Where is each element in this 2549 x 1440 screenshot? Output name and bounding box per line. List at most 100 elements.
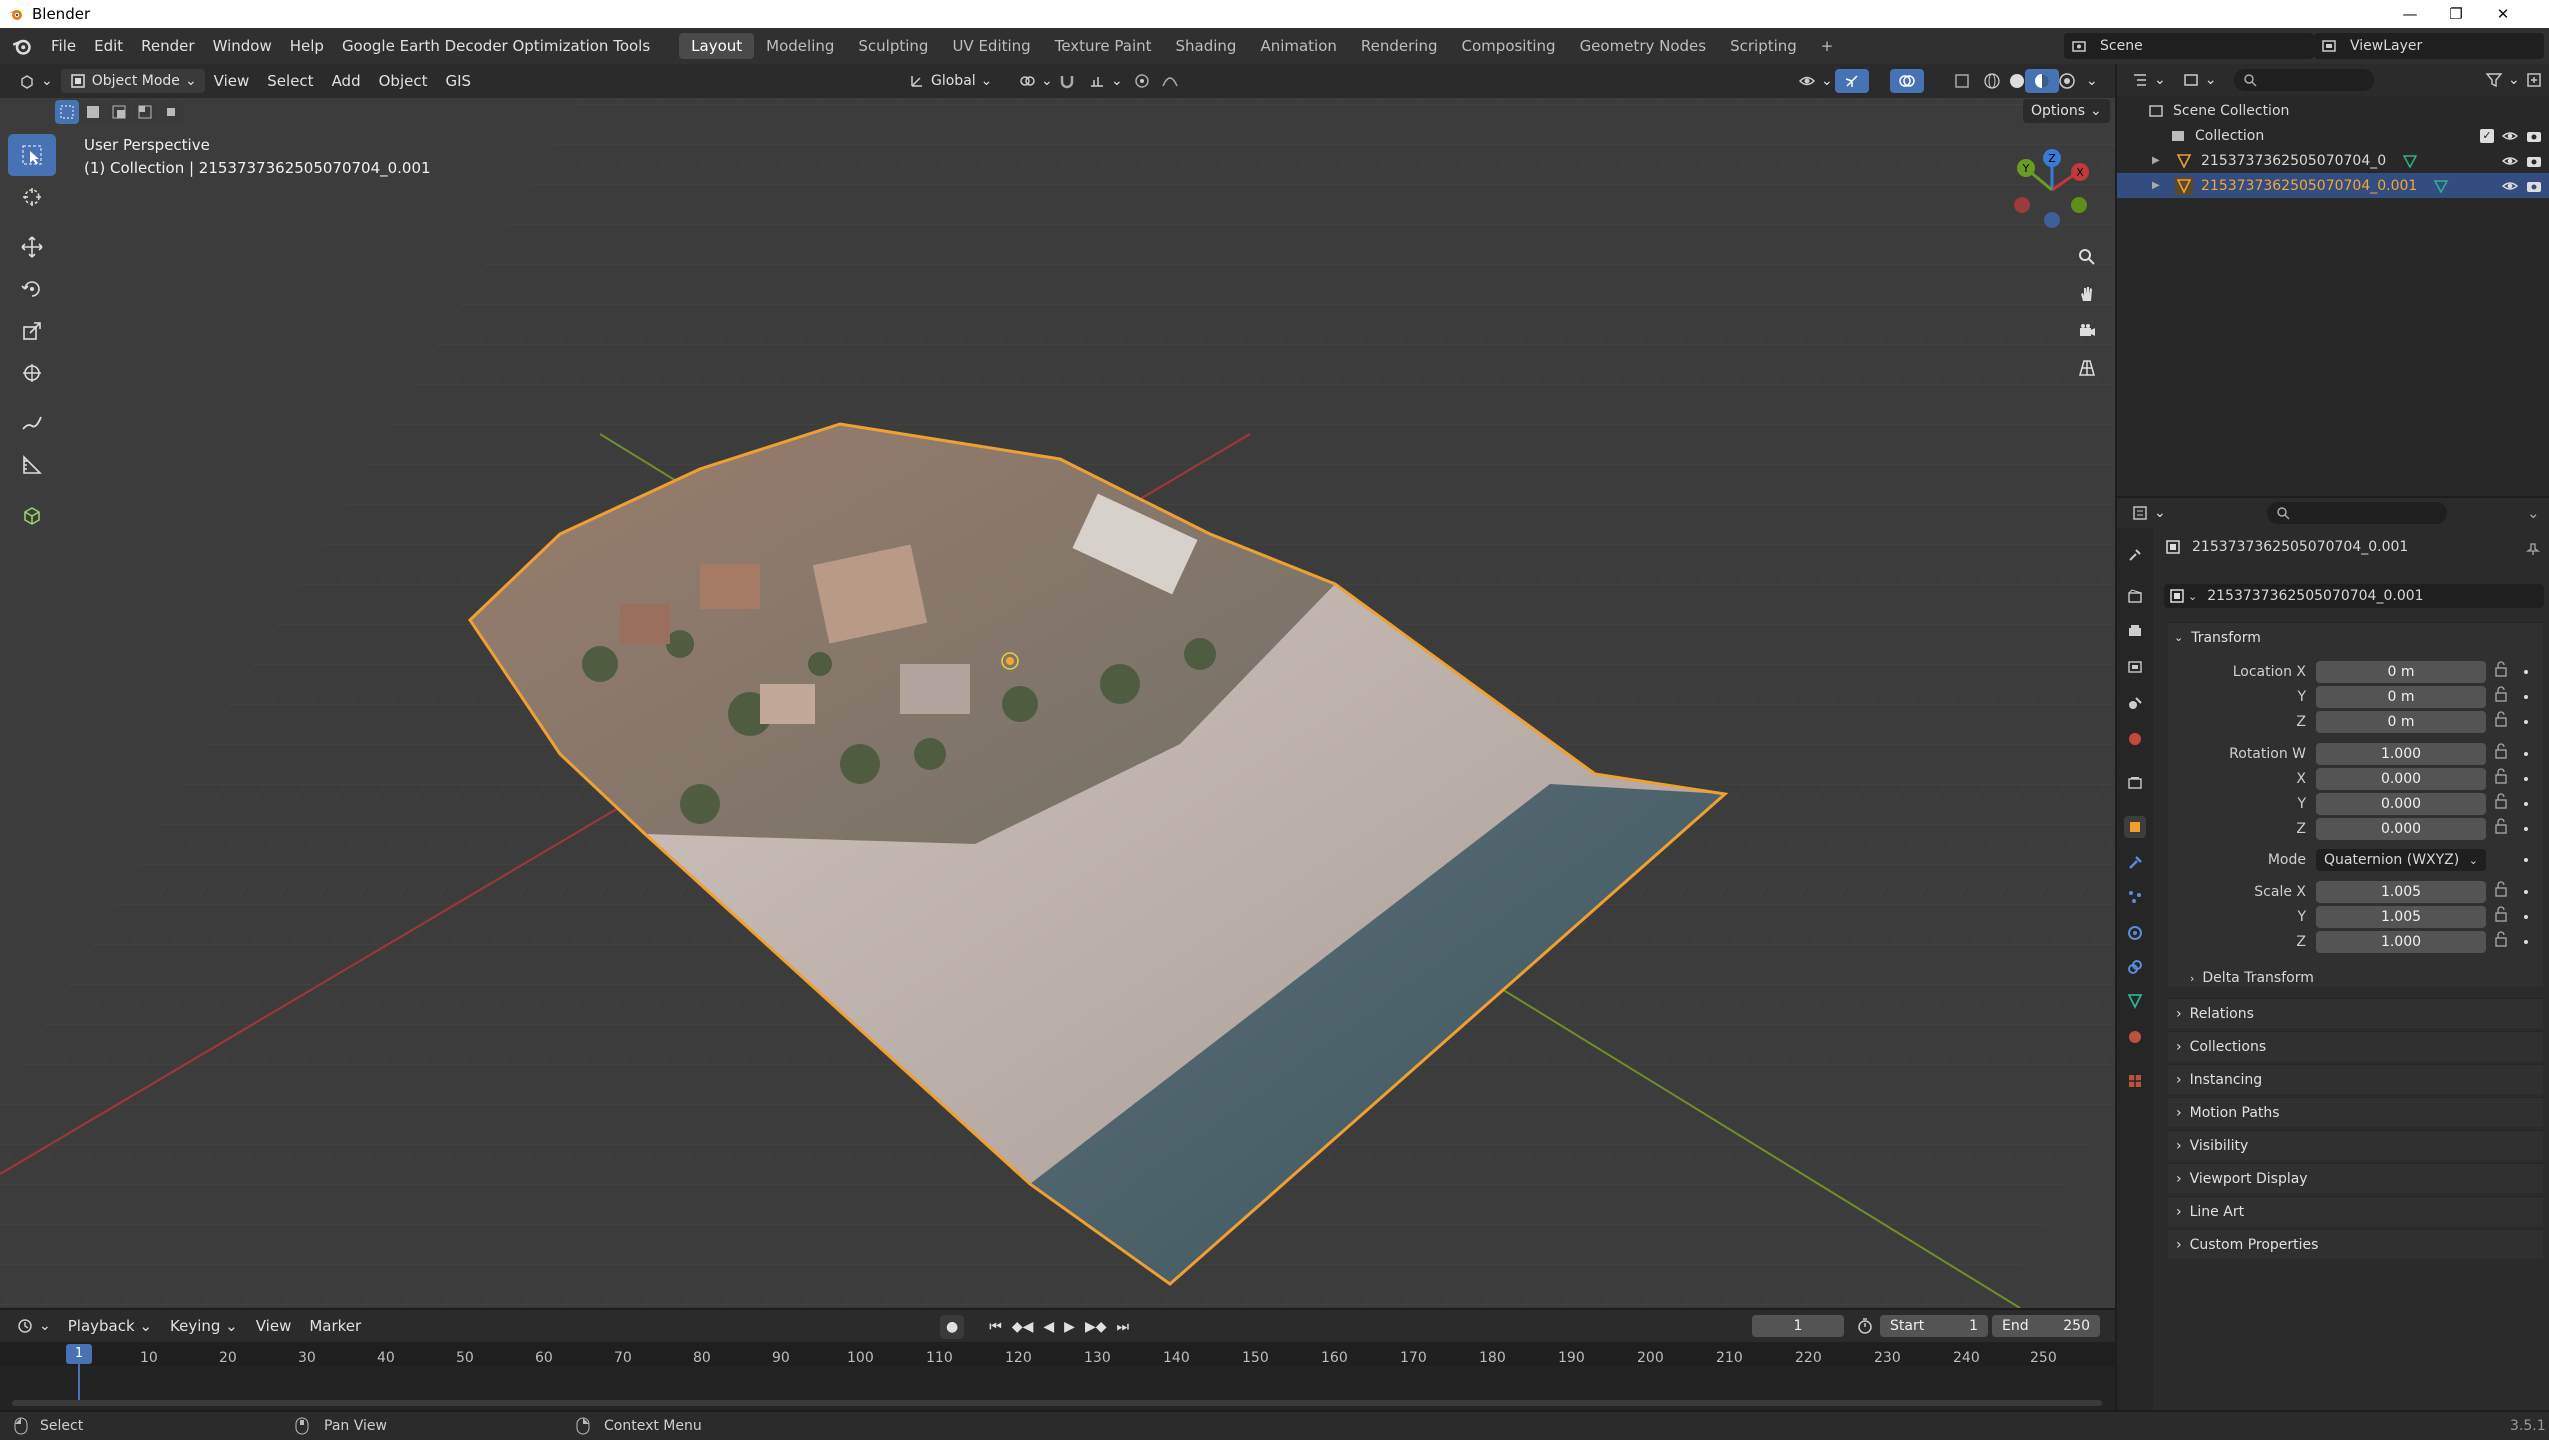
next-keyframe-icon[interactable]: ▶◆ <box>1082 1315 1110 1339</box>
scale-z-field[interactable]: 1.000 <box>2316 931 2486 953</box>
annotate-tool-icon[interactable] <box>8 402 56 444</box>
workspace-tab-layout[interactable]: Layout <box>679 33 755 59</box>
gizmo-neg-z[interactable] <box>2044 212 2060 228</box>
menu-render[interactable]: Render <box>132 37 203 55</box>
delta-transform-subpanel[interactable]: › Delta Transform <box>2190 970 2314 986</box>
end-frame-field[interactable]: End 250 <box>1992 1315 2100 1337</box>
eye-icon[interactable] <box>2501 152 2519 170</box>
outliner-object-row[interactable]: ▶ 2153737362505070704_0 <box>2117 148 2549 173</box>
overlays-toggle[interactable] <box>1890 69 1924 93</box>
physics-tab-icon[interactable] <box>2124 922 2146 944</box>
scene-tab-icon[interactable] <box>2124 692 2146 714</box>
viewport-menu-add[interactable]: Add <box>323 72 370 90</box>
texture-tab-icon[interactable] <box>2124 1070 2146 1092</box>
line-art-panel-header[interactable]: › Line Art <box>2168 1196 2543 1226</box>
view-layer-tab-icon[interactable] <box>2124 656 2146 678</box>
modifier-tab-icon[interactable] <box>2124 852 2146 874</box>
tool-tab-icon[interactable] <box>2124 544 2146 566</box>
jump-end-icon[interactable]: ⏭ <box>1113 1315 1132 1339</box>
select-new-icon[interactable] <box>55 100 79 124</box>
scene-collection-row[interactable]: Scene Collection <box>2117 98 2549 123</box>
editor-type-button[interactable]: ⌄ <box>10 69 61 93</box>
view-layer-selector[interactable]: ViewLayer <box>2314 33 2544 59</box>
render-tab-icon[interactable] <box>2124 586 2146 608</box>
timeline-menu-view[interactable]: View <box>247 1317 301 1335</box>
maximize-button[interactable]: ❐ <box>2433 0 2479 28</box>
motion-paths-panel-header[interactable]: › Motion Paths <box>2168 1097 2543 1127</box>
scale-tool-icon[interactable] <box>8 310 56 352</box>
measure-tool-icon[interactable] <box>8 444 56 486</box>
object-datablock-field[interactable]: ⌄ 2153737362505070704_0.001 <box>2164 584 2544 608</box>
scene-name[interactable]: Scene <box>2100 38 2143 54</box>
outliner-object-row-selected[interactable]: ▶ 2153737362505070704_0.001 <box>2117 173 2549 198</box>
pan-hand-icon[interactable] <box>2070 277 2104 311</box>
cursor-tool-icon[interactable] <box>8 176 56 218</box>
blender-menu-icon[interactable] <box>12 36 32 56</box>
jump-start-icon[interactable]: ⏮ <box>986 1315 1005 1339</box>
menu-google-earth-tools[interactable]: Google Earth Decoder Optimization Tools <box>333 37 659 55</box>
properties-options-icon[interactable]: ⌄ <box>2527 504 2540 522</box>
location-x-field[interactable]: 0 m <box>2316 661 2486 683</box>
keyframe-dot-icon[interactable] <box>2524 670 2528 944</box>
outliner-search-input[interactable] <box>2234 69 2375 91</box>
expand-arrow-icon[interactable]: ▶ <box>2152 180 2160 191</box>
expand-arrow-icon[interactable]: ▶ <box>2152 155 2160 166</box>
viewport-menu-gis[interactable]: GIS <box>436 72 480 90</box>
workspace-tab-scripting[interactable]: Scripting <box>1718 33 1809 59</box>
location-z-field[interactable]: 0 m <box>2316 711 2486 733</box>
transform-panel-header[interactable]: ⌄ Transform <box>2168 622 2543 652</box>
workspace-tab-sculpting[interactable]: Sculpting <box>846 33 940 59</box>
select-invert-icon[interactable] <box>133 100 157 124</box>
menu-edit[interactable]: Edit <box>85 37 132 55</box>
display-mode-dropdown[interactable]: ⌄ <box>2174 68 2225 92</box>
add-workspace-icon[interactable]: + <box>1809 33 1846 59</box>
menu-file[interactable]: File <box>42 37 85 55</box>
snap-toggle[interactable] <box>1050 69 1084 93</box>
scale-x-field[interactable]: 1.005 <box>2316 881 2486 903</box>
outliner-editor-type-button[interactable]: ⌄ <box>2123 68 2174 92</box>
viewport-menu-view[interactable]: View <box>205 72 259 90</box>
rotation-mode-dropdown[interactable]: Quaternion (WXYZ) ⌄ <box>2316 849 2486 871</box>
properties-search-input[interactable] <box>2267 502 2447 524</box>
move-tool-icon[interactable] <box>8 226 56 268</box>
data-tab-icon[interactable] <box>2124 990 2146 1012</box>
scale-y-field[interactable]: 1.005 <box>2316 906 2486 928</box>
workspace-tab-shading[interactable]: Shading <box>1164 33 1249 59</box>
collection-row[interactable]: Collection ✓ <box>2117 123 2549 148</box>
visibility-dropdown[interactable]: ⌄ <box>1790 69 1841 93</box>
eye-icon[interactable] <box>2501 127 2519 145</box>
pin-icon[interactable] <box>2526 542 2540 556</box>
select-intersect-icon[interactable] <box>159 100 183 124</box>
stopwatch-icon[interactable] <box>1856 1317 1874 1335</box>
playhead-marker[interactable]: 1 <box>66 1344 92 1364</box>
workspace-tab-compositing[interactable]: Compositing <box>1450 33 1568 59</box>
navigation-gizmo[interactable]: Z X Y <box>2000 142 2100 242</box>
start-frame-field[interactable]: Start 1 <box>1880 1315 1988 1337</box>
location-y-field[interactable]: 0 m <box>2316 686 2486 708</box>
gizmo-toggle[interactable] <box>1835 69 1869 93</box>
menu-window[interactable]: Window <box>204 37 281 55</box>
workspace-tab-rendering[interactable]: Rendering <box>1349 33 1450 59</box>
collections-panel-header[interactable]: › Collections <box>2168 1031 2543 1061</box>
camera-render-icon[interactable] <box>2525 152 2543 170</box>
instancing-panel-header[interactable]: › Instancing <box>2168 1064 2543 1094</box>
output-tab-icon[interactable] <box>2124 620 2146 642</box>
add-cube-tool-icon[interactable] <box>8 494 56 536</box>
timeline-scrollbar[interactable] <box>12 1400 2102 1406</box>
transform-tool-icon[interactable] <box>8 352 56 394</box>
menu-help[interactable]: Help <box>281 37 333 55</box>
scene-selector[interactable]: Scene <box>2064 33 2314 59</box>
workspace-tab-texture-paint[interactable]: Texture Paint <box>1043 33 1164 59</box>
record-button[interactable]: ● <box>940 1315 965 1339</box>
zoom-icon[interactable] <box>2070 240 2104 274</box>
select-box-tool-icon[interactable] <box>8 134 56 176</box>
timeline-menu-keying[interactable]: Keying ⌄ <box>161 1317 247 1335</box>
select-subtract-icon[interactable] <box>107 100 131 124</box>
new-collection-icon[interactable] <box>2517 68 2549 92</box>
minimize-button[interactable]: — <box>2387 0 2433 28</box>
camera-render-icon[interactable] <box>2525 177 2543 195</box>
material-tab-icon[interactable] <box>2124 1026 2146 1048</box>
viewport-menu-object[interactable]: Object <box>370 72 437 90</box>
workspace-tab-modeling[interactable]: Modeling <box>754 33 846 59</box>
perspective-toggle-icon[interactable] <box>2070 351 2104 385</box>
